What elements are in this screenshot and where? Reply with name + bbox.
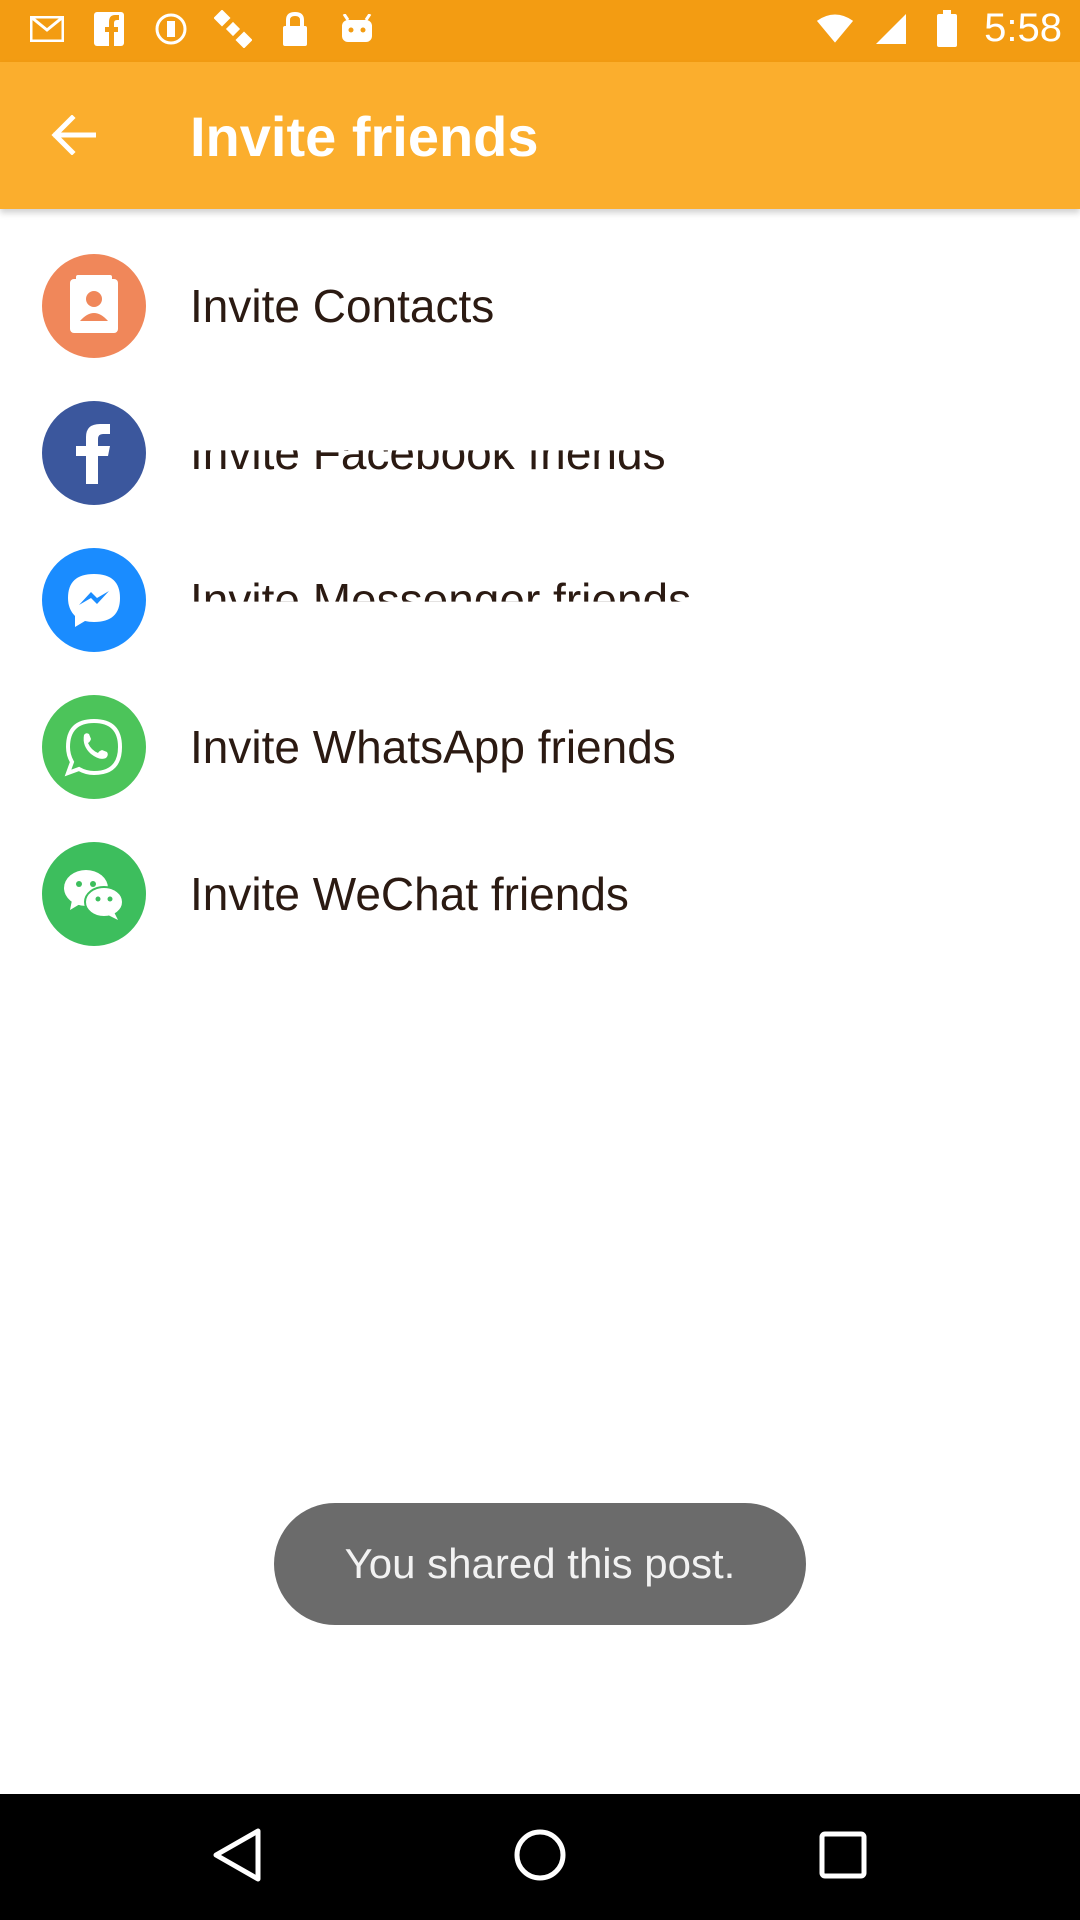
status-time: 5:58 — [984, 6, 1062, 50]
invite-whatsapp-label: Invite WhatsApp friends — [190, 720, 676, 773]
nav-back-button[interactable] — [204, 1824, 270, 1890]
lock-icon — [276, 10, 314, 48]
invite-contacts-label: Invite Contacts — [190, 279, 495, 332]
home-circle-icon — [513, 1828, 567, 1887]
sync-icon — [152, 10, 190, 48]
invite-wechat-item[interactable]: Invite WeChat friends — [0, 820, 1080, 967]
invite-facebook-item[interactable]: Invite Facebook friends — [0, 379, 1080, 526]
recents-square-icon — [818, 1830, 868, 1885]
toast-text: You shared this post. — [344, 1540, 736, 1587]
back-button[interactable] — [40, 104, 106, 170]
status-bar: 5:58 — [0, 0, 1080, 62]
invite-messenger-label: Invite Messenger friends — [190, 573, 692, 626]
app-bar: Invite friends — [0, 62, 1080, 209]
wechat-icon — [42, 841, 146, 946]
signal-icon — [872, 10, 910, 48]
facebook-icon — [42, 400, 146, 505]
facebook-icon — [90, 10, 128, 48]
arrow-left-icon — [50, 113, 97, 160]
invite-whatsapp-item[interactable]: Invite WhatsApp friends — [0, 673, 1080, 820]
whatsapp-icon — [42, 694, 146, 799]
toast-message: You shared this post. — [274, 1503, 806, 1625]
invite-facebook-label: Invite Facebook friends — [190, 426, 666, 479]
invite-wechat-label: Invite WeChat friends — [190, 867, 629, 920]
navigation-bar — [0, 1794, 1080, 1920]
back-triangle-icon — [210, 1827, 264, 1888]
battery-icon — [928, 9, 966, 48]
nav-recents-button[interactable] — [810, 1824, 876, 1890]
invite-contacts-item[interactable]: Invite Contacts — [0, 232, 1080, 379]
mail-icon — [28, 10, 66, 48]
page-title: Invite friends — [190, 105, 539, 168]
contacts-icon — [42, 253, 146, 358]
invite-list: Invite Contacts Invite Facebook friends … — [0, 232, 1080, 967]
invite-messenger-item[interactable]: Invite Messenger friends — [0, 526, 1080, 673]
messenger-icon — [42, 547, 146, 652]
nav-home-button[interactable] — [507, 1824, 573, 1890]
satellite-icon — [214, 10, 252, 48]
android-icon — [338, 10, 376, 48]
wifi-icon — [816, 10, 854, 48]
